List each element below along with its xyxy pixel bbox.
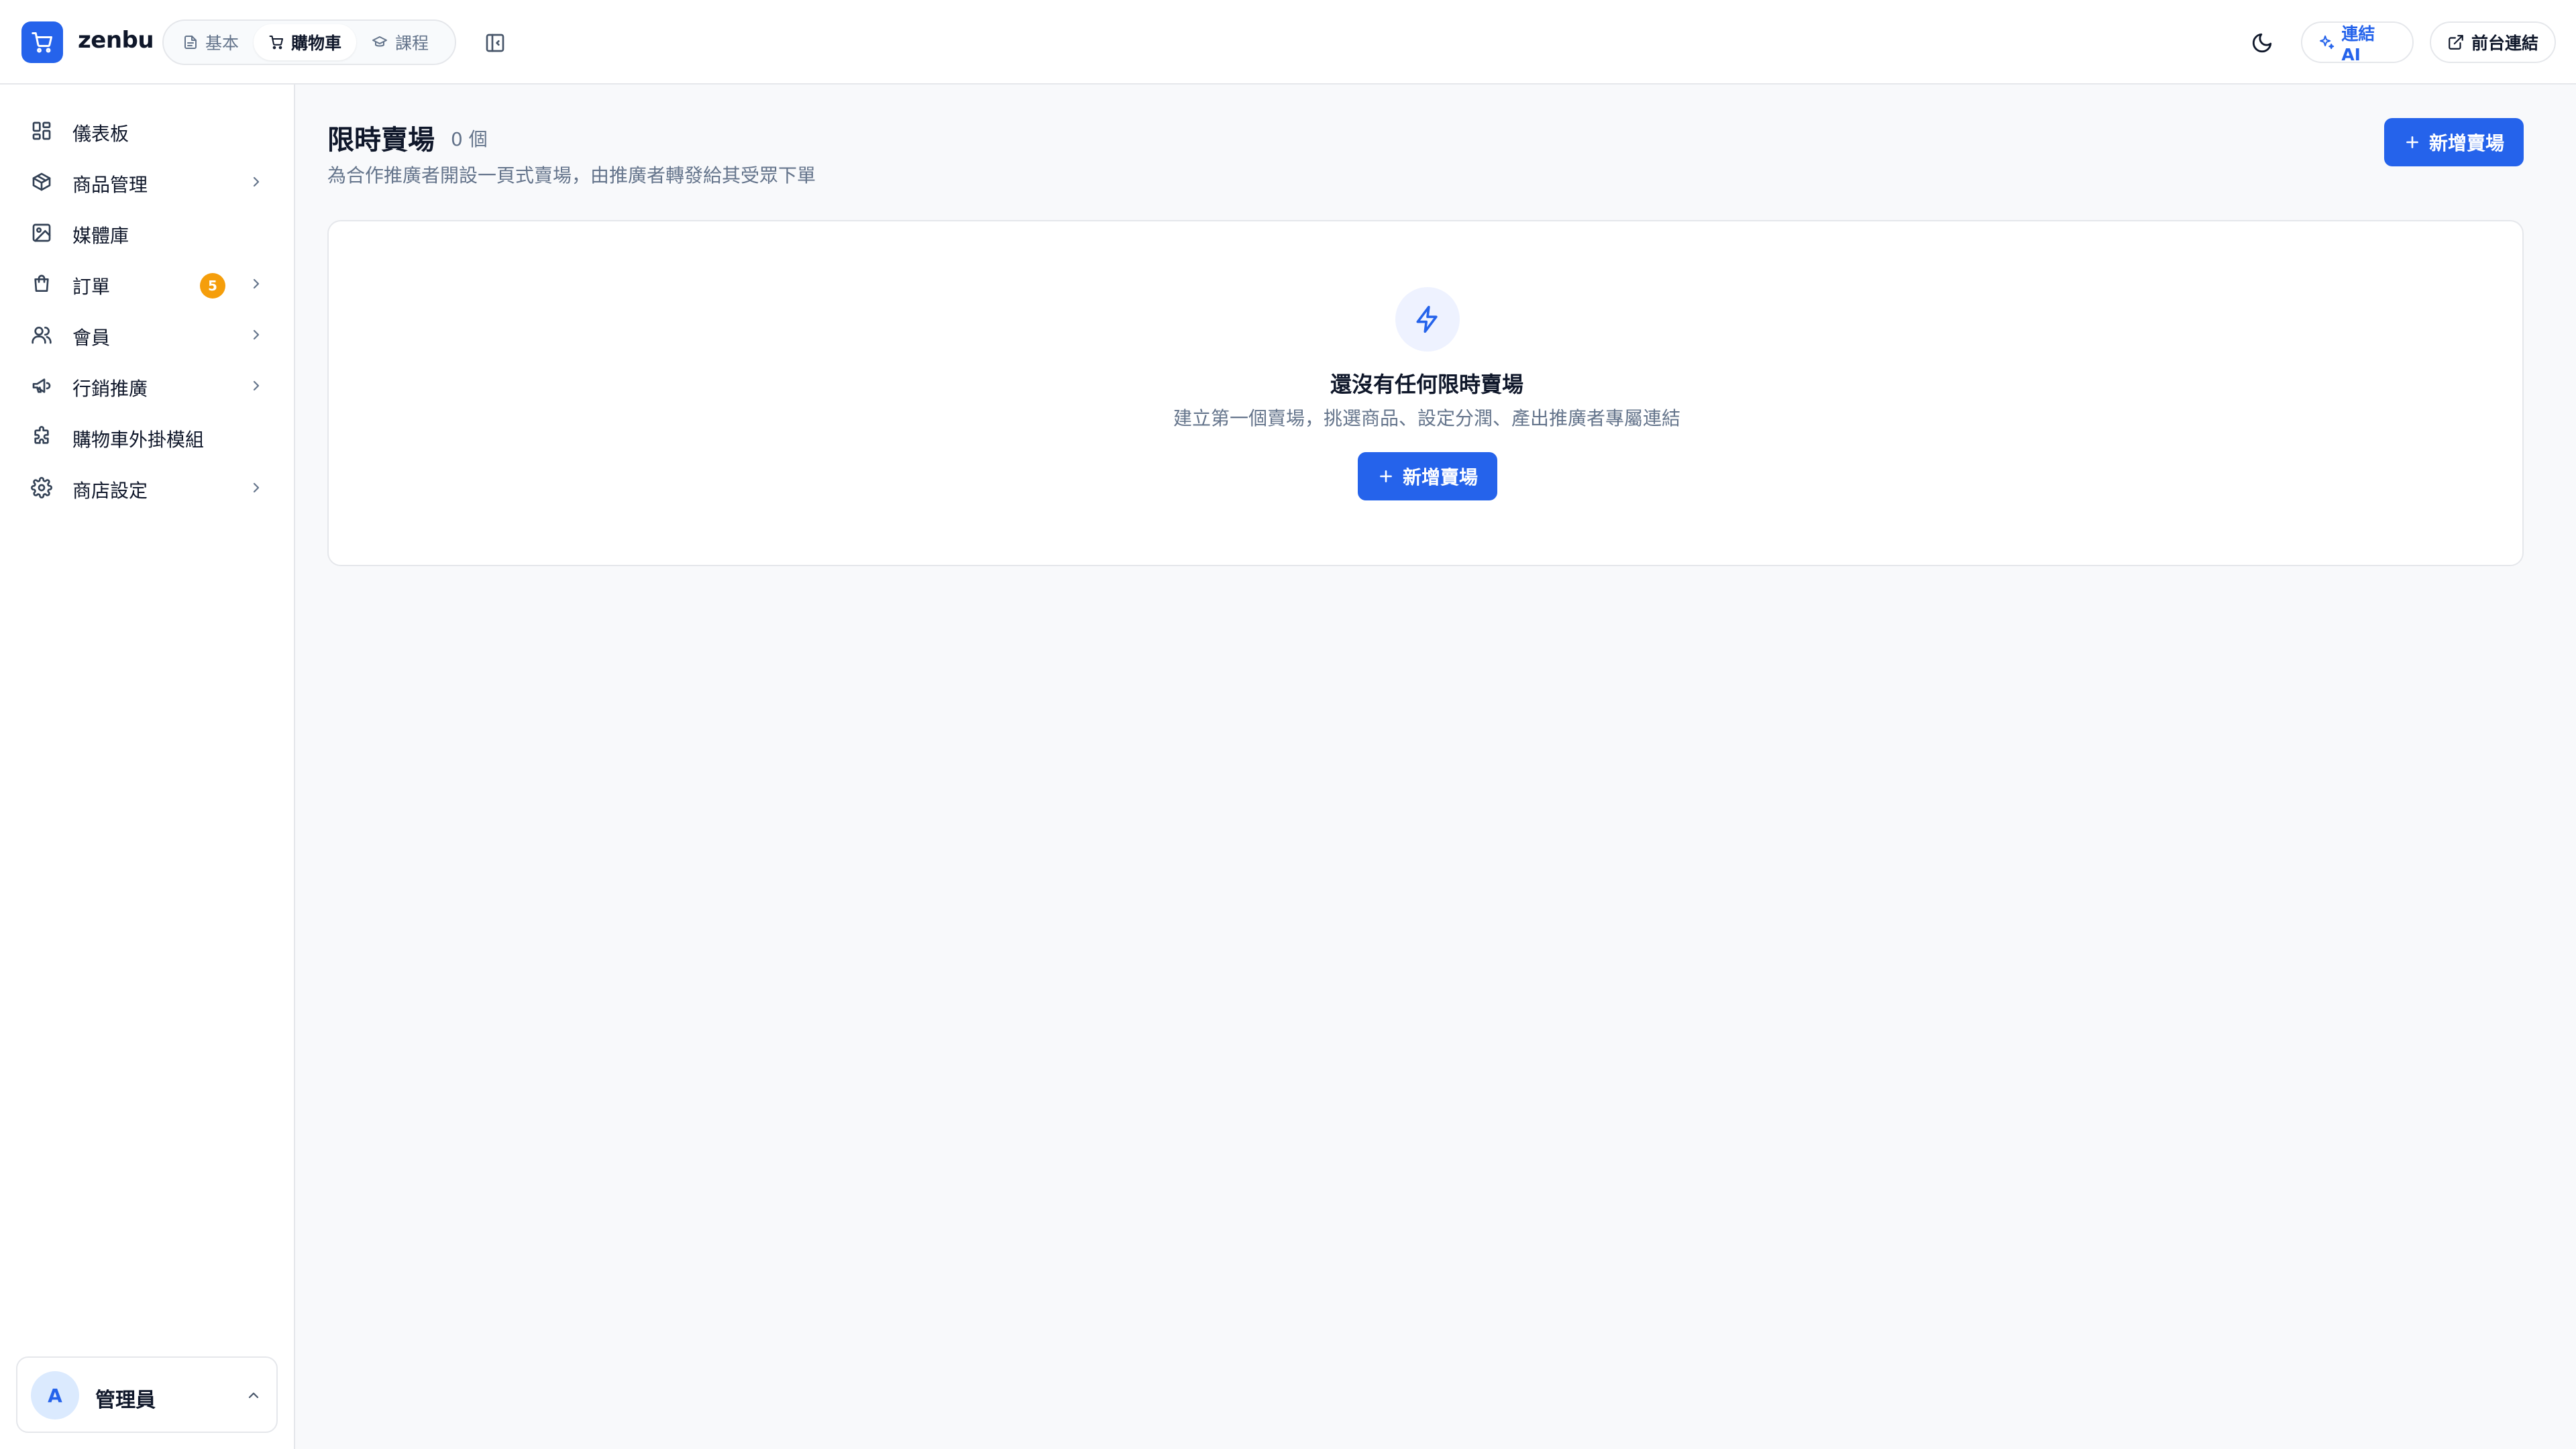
gear-icon — [31, 477, 52, 498]
lightning-icon — [1416, 305, 1438, 333]
storefront-link-label: 前台連結 — [2471, 34, 2539, 53]
sidebar-item-orders[interactable]: 訂單 5 — [16, 262, 271, 306]
item-count: 0 個 — [451, 128, 488, 150]
chevron-right-icon — [253, 482, 260, 493]
plus-icon — [2406, 136, 2418, 148]
sidebar-item-members[interactable]: 會員 — [16, 313, 271, 357]
mode-tab-cart[interactable]: 購物車 — [254, 24, 357, 60]
chevron-right-icon — [253, 329, 260, 340]
connect-ai-button[interactable]: 連結 AI — [2301, 21, 2414, 64]
user-menu[interactable]: A 管理員 — [16, 1356, 278, 1433]
empty-state-icon-circle — [1395, 287, 1460, 352]
sidebar: 儀表板 商品管理 媒體庫 訂單 5 會員 行銷推廣 購物車外掛模組 商店設定 — [0, 85, 295, 1449]
chevron-up-icon — [248, 1392, 259, 1399]
page-title: 限時賣場 — [327, 125, 435, 156]
add-sale-page-button[interactable]: 新增賣場 — [2384, 118, 2524, 166]
sidebar-item-label: 行銷推廣 — [72, 378, 148, 400]
users-icon — [32, 327, 52, 344]
document-icon — [184, 36, 197, 49]
package-icon — [32, 172, 51, 191]
puzzle-icon — [34, 426, 49, 444]
sidebar-item-marketing[interactable]: 行銷推廣 — [16, 364, 271, 408]
sidebar-item-label: 商店設定 — [72, 480, 148, 502]
empty-state-add-label: 新增賣場 — [1402, 467, 1478, 488]
top-bar: zenbu 基本 購物車 課程 連結 AI 前台連結 — [0, 0, 2576, 85]
user-name: 管理員 — [95, 1389, 156, 1412]
dashboard-icon — [32, 121, 51, 140]
shopping-bag-icon — [34, 274, 49, 292]
chevron-right-icon — [253, 380, 260, 391]
sidebar-item-dashboard[interactable]: 儀表板 — [16, 109, 271, 153]
sidebar-item-media[interactable]: 媒體庫 — [16, 211, 271, 255]
sidebar-item-cart-plugins[interactable]: 購物車外掛模組 — [16, 415, 271, 459]
page-subtitle: 為合作推廣者開設一頁式賣場，由推廣者轉發給其受眾下單 — [327, 164, 816, 186]
sidebar-item-store-settings[interactable]: 商店設定 — [16, 466, 271, 510]
image-icon — [32, 223, 51, 242]
chevron-right-icon — [253, 278, 260, 289]
theme-toggle-button[interactable] — [2247, 28, 2277, 58]
logo-cart-icon[interactable] — [21, 21, 63, 63]
plus-icon — [1380, 470, 1392, 482]
mode-tab-label: 購物車 — [291, 34, 342, 53]
megaphone-icon — [32, 378, 51, 393]
panel-left-icon — [486, 34, 504, 52]
sparkles-icon — [2320, 35, 2334, 50]
chevron-right-icon — [253, 176, 260, 187]
mode-tab-basic[interactable]: 基本 — [168, 24, 254, 60]
external-link-icon — [2449, 35, 2463, 50]
connect-ai-label: 連結 AI — [2341, 23, 2375, 64]
sidebar-item-label: 媒體庫 — [72, 225, 129, 247]
graduation-cap-icon — [372, 36, 388, 47]
mode-switch: 基本 購物車 課程 — [162, 19, 456, 65]
sidebar-item-label: 商品管理 — [72, 174, 148, 196]
empty-state-add-button[interactable]: 新增賣場 — [1358, 452, 1497, 500]
mode-tab-label: 基本 — [205, 34, 239, 53]
sidebar-item-products[interactable]: 商品管理 — [16, 160, 271, 204]
add-sale-page-label: 新增賣場 — [2428, 133, 2504, 154]
sidebar-item-label: 購物車外掛模組 — [72, 429, 205, 451]
mode-tab-label: 課程 — [395, 34, 429, 53]
brand-name: zenbu — [78, 27, 154, 54]
moon-icon — [2252, 33, 2272, 53]
empty-state-title: 還沒有任何限時賣場 — [1330, 372, 1523, 397]
empty-state-card: 還沒有任何限時賣場 建立第一個賣場，挑選商品、設定分潤、產出推廣者專屬連結 新增… — [327, 220, 2524, 566]
avatar: A — [31, 1371, 79, 1419]
sidebar-toggle-button[interactable] — [480, 28, 510, 58]
storefront-link-button[interactable]: 前台連結 — [2430, 21, 2556, 63]
sidebar-item-label: 會員 — [72, 327, 111, 349]
sidebar-item-label: 訂單 — [72, 276, 111, 298]
empty-state-description: 建立第一個賣場，挑選商品、設定分潤、產出推廣者專屬連結 — [1173, 407, 1680, 429]
orders-count-badge: 5 — [200, 273, 225, 299]
sidebar-item-label: 儀表板 — [72, 123, 129, 145]
cart-icon — [269, 36, 284, 50]
mode-tab-course[interactable]: 課程 — [356, 24, 443, 60]
